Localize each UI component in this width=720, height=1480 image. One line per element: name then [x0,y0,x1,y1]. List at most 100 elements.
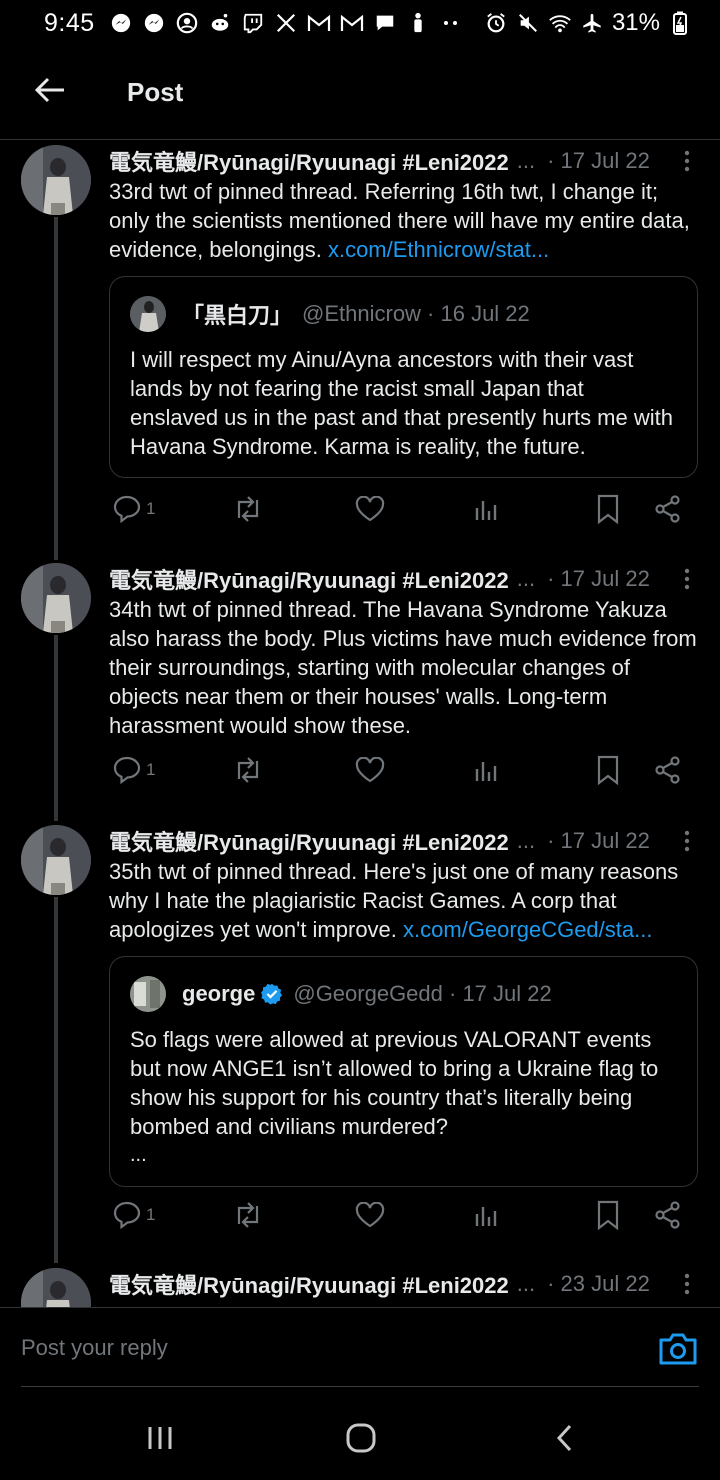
post-text: 33rd twt of pinned thread. Referring 16t… [109,179,690,262]
thread-connector-line [54,897,58,1263]
author-name[interactable]: 電気竜鰻/Ryūnagi/Ryuunagi #Leni2022 [109,563,509,595]
chat-icon [373,11,397,35]
like-button[interactable] [355,757,385,783]
share-button[interactable] [654,1201,682,1229]
more-options-button[interactable] [673,568,701,590]
back-button[interactable] [20,63,80,123]
repost-icon [237,496,259,522]
twitch-icon [241,11,265,35]
post-text: 35th twt of pinned thread. Here's just o… [109,859,679,942]
bookmark-button[interactable] [595,494,621,524]
author-name[interactable]: 電気竜鰻/Ryūnagi/Ryuunagi #Leni2022 [109,825,509,857]
reply-divider [21,1386,699,1387]
avatar[interactable] [21,825,91,895]
notification-icons [109,11,463,35]
quoted-handle-date: @Ethnicrow · 16 Jul 22 [302,301,530,326]
quoted-text: So flags were allowed at previous VALORA… [130,1027,659,1139]
share-icon [655,1201,680,1229]
author-name[interactable]: 電気竜鰻/Ryūnagi/Ryuunagi #Leni2022 [109,145,509,177]
quoted-post[interactable]: george @GeorgeGedd · 17 Jul 22 So flags … [109,956,698,1187]
more-vertical-icon [684,568,690,590]
share-icon [655,756,680,784]
post-link[interactable]: x.com/Ethnicrow/stat... [328,237,549,262]
more-options-button[interactable] [673,1273,701,1295]
more-options-button[interactable] [673,150,701,172]
share-icon [655,495,680,523]
home-button[interactable] [341,1420,381,1460]
airplane-icon [580,11,604,35]
more-vertical-icon [684,1273,690,1295]
bookmark-button[interactable] [595,1200,621,1230]
page-title: Post [127,77,184,107]
reply-button[interactable]: 1 [112,756,155,784]
avatar[interactable] [21,1268,91,1307]
name-ellipsis: ... [516,148,536,173]
reply-composer: Post your reply [0,1307,720,1387]
like-button[interactable] [355,496,385,522]
bar-chart-icon [475,501,497,520]
thread-connector-line [54,217,58,560]
bookmark-icon [597,755,619,785]
repost-icon [237,1202,259,1228]
post-link[interactable]: x.com/GeorgeCGed/sta... [403,917,652,942]
post-date[interactable]: · 17 Jul 22 [547,148,650,174]
gmail-icon [307,11,331,35]
post-date[interactable]: · 23 Jul 22 [547,1271,650,1297]
battery-charging-icon [668,11,692,35]
back-nav-button[interactable] [544,1420,584,1460]
bar-chart-icon [475,762,497,781]
reply-input[interactable]: Post your reply [21,1326,621,1370]
more-dots-icon [439,11,463,35]
reply-button[interactable]: 1 [112,1201,155,1229]
system-navigation-bar [0,1400,720,1480]
recent-apps-button[interactable] [140,1420,180,1460]
post-date[interactable]: · 17 Jul 22 [547,828,650,854]
battery-percent: 31% [611,9,660,36]
status-bar: 9:45 31% [0,0,720,46]
camera-icon [658,1333,698,1370]
avatar[interactable] [21,563,91,633]
arrow-left-icon [34,76,66,109]
recent-apps-icon [146,1425,174,1456]
more-options-button[interactable] [673,830,701,852]
author-name[interactable]: 電気竜鰻/Ryūnagi/Ryuunagi #Leni2022 [109,1268,509,1300]
more-vertical-icon [684,150,690,172]
account-icon [175,11,199,35]
repost-button[interactable] [232,757,264,783]
verified-badge-icon [261,983,283,1005]
quoted-avatar [130,296,166,332]
reply-button[interactable]: 1 [112,495,155,523]
thread-feed[interactable]: 電気竜鰻/Ryūnagi/Ryuunagi #Leni2022 ... · 17… [0,141,720,1307]
post-actions: 1 [109,750,701,790]
views-button[interactable] [474,496,500,522]
repost-icon [237,757,259,783]
post-text: 34th twt of pinned thread. The Havana Sy… [109,597,697,738]
quoted-avatar [130,976,166,1012]
quoted-text: I will respect my Ainu/Ayna ancestors wi… [130,347,673,459]
repost-button[interactable] [232,1202,264,1228]
name-ellipsis: ... [516,828,536,853]
bookmark-icon [597,1200,619,1230]
post-date[interactable]: · 17 Jul 22 [547,566,650,592]
avatar[interactable] [21,145,91,215]
heart-icon [355,757,385,783]
quoted-author-name: george [182,981,256,1006]
views-button[interactable] [474,1202,500,1228]
messenger-icon [109,11,133,35]
thread-connector-line [54,635,58,821]
post-actions: 1 [109,1195,701,1235]
share-button[interactable] [654,756,682,784]
camera-button[interactable] [658,1332,698,1366]
like-button[interactable] [355,1202,385,1228]
mute-icon [516,11,540,35]
share-button[interactable] [654,495,682,523]
repost-button[interactable] [232,496,264,522]
status-time: 9:45 [44,8,95,37]
views-button[interactable] [474,757,500,783]
bookmark-button[interactable] [595,755,621,785]
home-icon [345,1422,377,1459]
reply-icon [113,1201,141,1229]
reply-icon [113,756,141,784]
quoted-post[interactable]: 「黒白刀」 @Ethnicrow · 16 Jul 22 I will resp… [109,276,698,478]
wifi-icon [548,11,572,35]
